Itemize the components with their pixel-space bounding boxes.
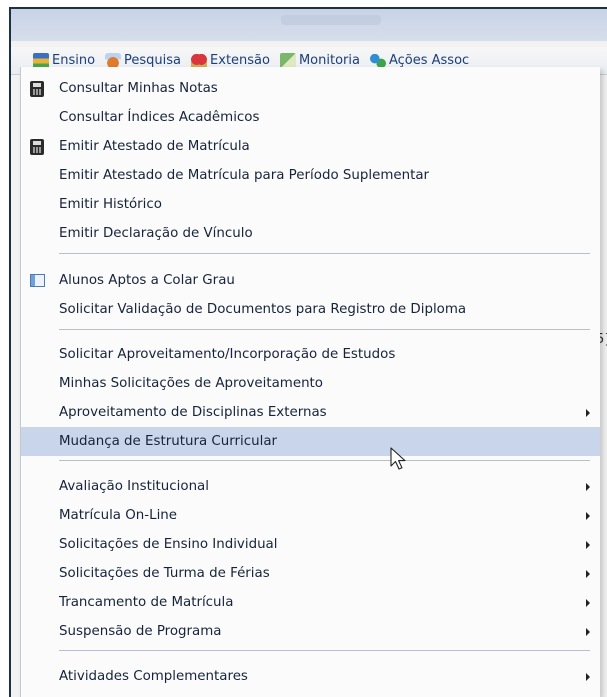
menu-item-label: Solicitações de Turma de Férias <box>59 566 270 581</box>
menu-item-ensino-individual[interactable]: Solicitações de Ensino Individual <box>21 530 600 559</box>
menu-item-atividades-complementares[interactable]: Atividades Complementares <box>21 662 600 691</box>
menu-item-validacao-diploma[interactable]: Solicitar Validação de Documentos para R… <box>21 295 600 324</box>
mouse-cursor-icon <box>390 447 406 470</box>
submenu-arrow-icon <box>586 673 590 681</box>
menu-item-matricula-online[interactable]: Matrícula On-Line <box>21 501 600 530</box>
menu-item-label: Consultar Índices Acadêmicos <box>59 110 260 125</box>
submenu-arrow-icon <box>586 409 590 417</box>
submenu-arrow-icon <box>586 628 590 636</box>
menu-item-label: Consultar Minhas Notas <box>59 81 218 96</box>
menu-separator <box>59 460 590 461</box>
menu-item-label: Alunos Aptos a Colar Grau <box>59 273 235 288</box>
submenu-arrow-icon <box>586 599 590 607</box>
menu-acoes-label: Ações Assoc <box>388 53 470 68</box>
blurred-title <box>281 15 381 25</box>
table-icon <box>30 274 45 287</box>
menu-item-declaracao-vinculo[interactable]: Emitir Declaração de Vínculo <box>21 219 600 248</box>
menu-item-label: Suspensão de Programa <box>59 624 222 639</box>
menu-item-label: Emitir Declaração de Vínculo <box>59 226 253 241</box>
menu-item-label: Solicitar Aproveitamento/Incorporação de… <box>59 347 396 362</box>
menu-item-aptos-colar-grau[interactable]: Alunos Aptos a Colar Grau <box>21 266 600 295</box>
menu-item-label: Emitir Histórico <box>59 197 162 212</box>
menu-item-consultar-indices[interactable]: Consultar Índices Acadêmicos <box>21 103 600 132</box>
menu-item-trancamento[interactable]: Trancamento de Matrícula <box>21 588 600 617</box>
menu-pesquisa-label: Pesquisa <box>124 53 182 68</box>
ensino-dropdown-menu: Consultar Minhas Notas Consultar Índices… <box>20 67 600 697</box>
menu-item-label: Avaliação Institucional <box>59 479 209 494</box>
menu-separator <box>59 253 590 254</box>
menu-item-minhas-solicitacoes[interactable]: Minhas Solicitações de Aproveitamento <box>21 369 600 398</box>
calculator-icon <box>30 139 44 155</box>
menu-item-label: Trancamento de Matrícula <box>59 595 234 610</box>
menu-item-label: Atividades Complementares <box>59 669 248 684</box>
menu-monitoria-label: Monitoria <box>298 53 360 68</box>
menu-item-label: Emitir Atestado de Matrícula para Períod… <box>59 168 430 183</box>
menu-item-label: Solicitar Validação de Documentos para R… <box>59 302 467 317</box>
calculator-icon <box>30 81 44 97</box>
menu-item-avaliacao-institucional[interactable]: Avaliação Institucional <box>21 472 600 501</box>
menu-item-disciplinas-externas[interactable]: Aproveitamento de Disciplinas Externas <box>21 398 600 427</box>
menu-separator <box>59 650 590 651</box>
submenu-arrow-icon <box>586 541 590 549</box>
menu-item-label: Emitir Atestado de Matrícula <box>59 139 250 154</box>
menu-ensino-label: Ensino <box>52 53 96 68</box>
submenu-arrow-icon <box>586 512 590 520</box>
menu-item-mudanca-estrutura[interactable]: Mudança de Estrutura Curricular <box>21 427 600 456</box>
menu-item-suspensao-programa[interactable]: Suspensão de Programa <box>21 617 600 646</box>
menu-item-label: Matrícula On-Line <box>59 508 178 523</box>
menu-item-label: Solicitações de Ensino Individual <box>59 537 278 552</box>
menu-item-turma-ferias[interactable]: Solicitações de Turma de Férias <box>21 559 600 588</box>
submenu-arrow-icon <box>586 570 590 578</box>
top-band <box>11 9 607 41</box>
menu-item-emitir-historico[interactable]: Emitir Histórico <box>21 190 600 219</box>
menu-item-label: Aproveitamento de Disciplinas Externas <box>59 405 327 420</box>
menu-item-solicitar-aproveitamento[interactable]: Solicitar Aproveitamento/Incorporação de… <box>21 340 600 369</box>
menu-item-label: Mudança de Estrutura Curricular <box>59 434 278 449</box>
menu-item-emitir-atestado[interactable]: Emitir Atestado de Matrícula <box>21 132 600 161</box>
menu-separator <box>59 329 590 330</box>
submenu-arrow-icon <box>586 483 590 491</box>
menu-item-atestado-suplementar[interactable]: Emitir Atestado de Matrícula para Períod… <box>21 161 600 190</box>
menu-extensao-label: Extensão <box>210 53 270 68</box>
menu-item-label: Minhas Solicitações de Aproveitamento <box>59 376 323 391</box>
menu-item-consultar-notas[interactable]: Consultar Minhas Notas <box>21 74 600 103</box>
